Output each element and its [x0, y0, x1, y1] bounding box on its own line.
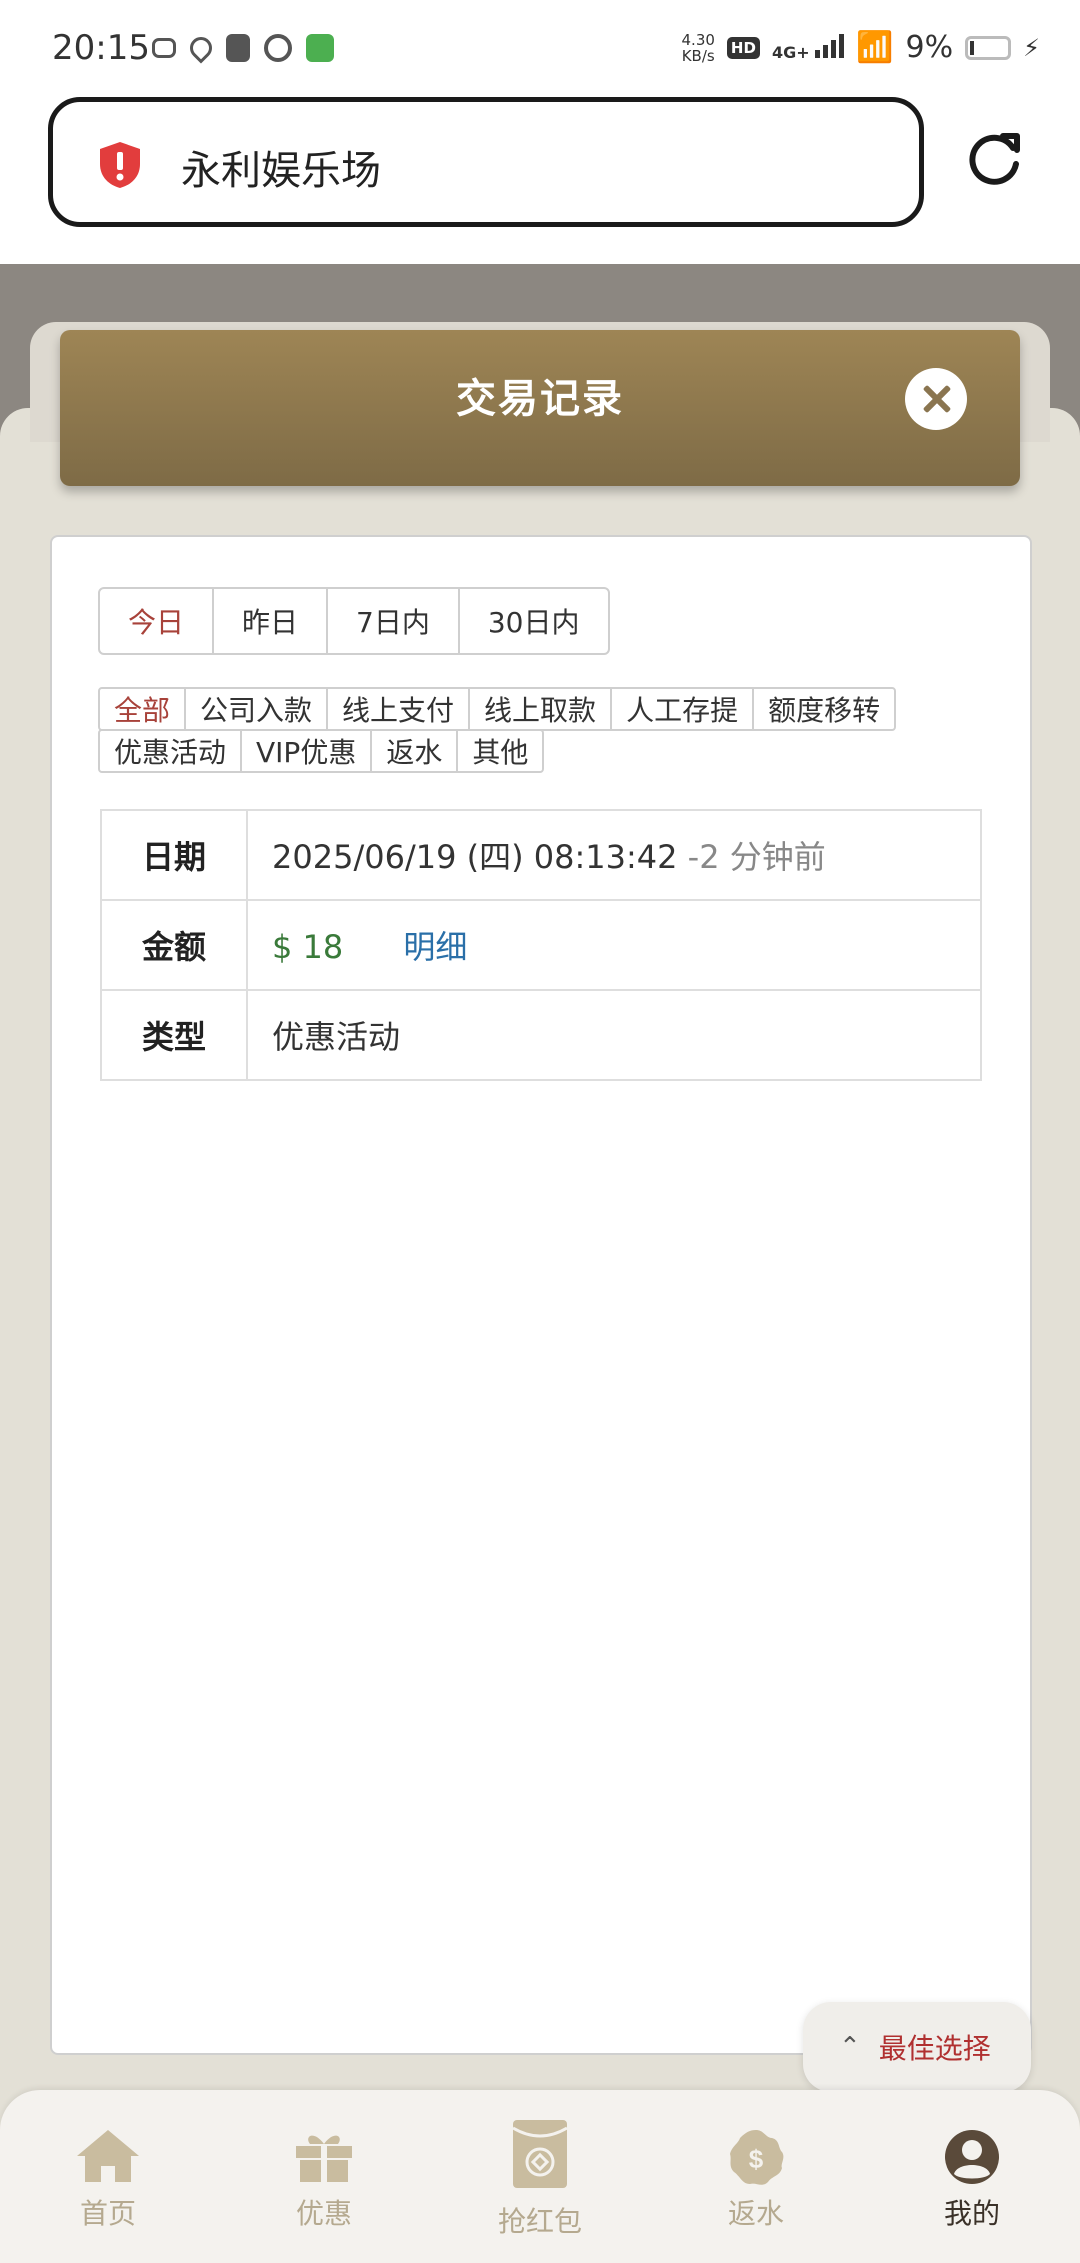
filter-rebate[interactable]: 返水	[372, 731, 459, 771]
type-filter-tabs: 全部 公司入款 线上支付 线上取款 人工存提 额度移转 优惠活动 VIP优惠 返…	[98, 687, 897, 773]
tab-7-days[interactable]: 7日内	[328, 589, 460, 653]
svg-text:$: $	[749, 2144, 764, 2174]
notification-icons	[152, 32, 334, 64]
filter-manual[interactable]: 人工存提	[612, 689, 755, 729]
double-chevron-up-icon: ⌃	[839, 2032, 861, 2062]
date-range-tabs: 今日 昨日 7日内 30日内	[98, 587, 610, 655]
status-bar: 20:15 4.30 KB/s HD 4G+ 📶 9% ⚡	[0, 0, 1080, 95]
amount-label: 金额	[100, 899, 248, 991]
type-label: 类型	[100, 989, 248, 1081]
reload-icon[interactable]	[963, 128, 1025, 190]
location-icon	[185, 32, 217, 64]
table-row: 类型 优惠活动	[100, 989, 982, 1081]
date-value: 2025/06/19 (四) 08:13:42	[272, 838, 678, 876]
tab-today[interactable]: 今日	[100, 589, 215, 653]
cellular-signal-icon: 4G+	[772, 33, 845, 62]
detail-link[interactable]: 明细	[403, 928, 467, 966]
battery-percent: 9%	[905, 30, 954, 65]
close-icon[interactable]	[905, 368, 967, 430]
filter-vip[interactable]: VIP优惠	[242, 731, 373, 771]
bottom-nav: 首页 优惠 抢红包 $ 返水 我的	[0, 2090, 1080, 2263]
page-title: 永利娱乐场	[181, 148, 381, 194]
filter-transfer[interactable]: 额度移转	[754, 689, 894, 729]
app-notification-icon	[306, 34, 334, 62]
nav-rebate[interactable]: $ 返水	[648, 2090, 864, 2263]
filter-online-payment[interactable]: 线上支付	[328, 689, 471, 729]
charging-icon: ⚡	[1023, 33, 1040, 62]
nav-red-packet[interactable]: 抢红包	[432, 2090, 648, 2263]
best-choice-label: 最佳选择	[878, 2032, 991, 2065]
time-ago: -2 分钟前	[687, 838, 826, 876]
tab-30-days[interactable]: 30日内	[460, 589, 608, 653]
modal-title: 交易记录	[456, 376, 624, 422]
date-label: 日期	[100, 809, 248, 901]
address-bar[interactable]: 永利娱乐场	[48, 97, 924, 227]
amount-cell: $ 18 明细	[246, 899, 982, 991]
date-cell: 2025/06/19 (四) 08:13:42 -2 分钟前	[246, 809, 982, 901]
filter-promotions[interactable]: 优惠活动	[100, 731, 243, 771]
filter-other[interactable]: 其他	[458, 731, 542, 771]
nav-promo[interactable]: 优惠	[216, 2090, 432, 2263]
filter-company-deposit[interactable]: 公司入款	[186, 689, 329, 729]
q-app-icon	[264, 34, 292, 62]
dollar-flower-icon: $	[730, 2130, 784, 2185]
filter-online-withdrawal[interactable]: 线上取款	[470, 689, 613, 729]
system-indicators: 4.30 KB/s HD 4G+ 📶 9% ⚡	[682, 30, 1040, 65]
bus-icon	[226, 34, 250, 62]
tab-yesterday[interactable]: 昨日	[214, 589, 329, 653]
amount-value: $ 18	[272, 928, 344, 966]
transaction-record: 日期 2025/06/19 (四) 08:13:42 -2 分钟前 金额 $ 1…	[100, 809, 982, 1081]
nav-home[interactable]: 首页	[0, 2090, 216, 2263]
shield-warning-icon	[100, 142, 140, 188]
filter-all[interactable]: 全部	[100, 689, 187, 729]
tv-icon	[152, 38, 176, 58]
red-packet-icon	[512, 2120, 568, 2188]
nav-mine[interactable]: 我的	[864, 2090, 1080, 2263]
table-row: 日期 2025/06/19 (四) 08:13:42 -2 分钟前	[100, 809, 982, 901]
transactions-panel: 今日 昨日 7日内 30日内 全部 公司入款 线上支付 线上取款 人工存提 额度…	[50, 535, 1032, 2055]
network-speed: 4.30 KB/s	[681, 30, 715, 65]
home-icon	[77, 2130, 139, 2182]
table-row: 金额 $ 18 明细	[100, 899, 982, 991]
user-avatar-icon	[945, 2130, 999, 2184]
wifi-icon: 📶	[856, 30, 894, 65]
modal-header: 交易记录	[60, 330, 1020, 486]
hd-icon: HD	[726, 36, 760, 59]
status-time: 20:15	[52, 28, 150, 68]
battery-icon	[965, 35, 1012, 60]
type-value: 优惠活动	[246, 989, 982, 1081]
best-choice-button[interactable]: ⌃ 最佳选择	[803, 2002, 1031, 2092]
gift-icon	[296, 2135, 352, 2182]
